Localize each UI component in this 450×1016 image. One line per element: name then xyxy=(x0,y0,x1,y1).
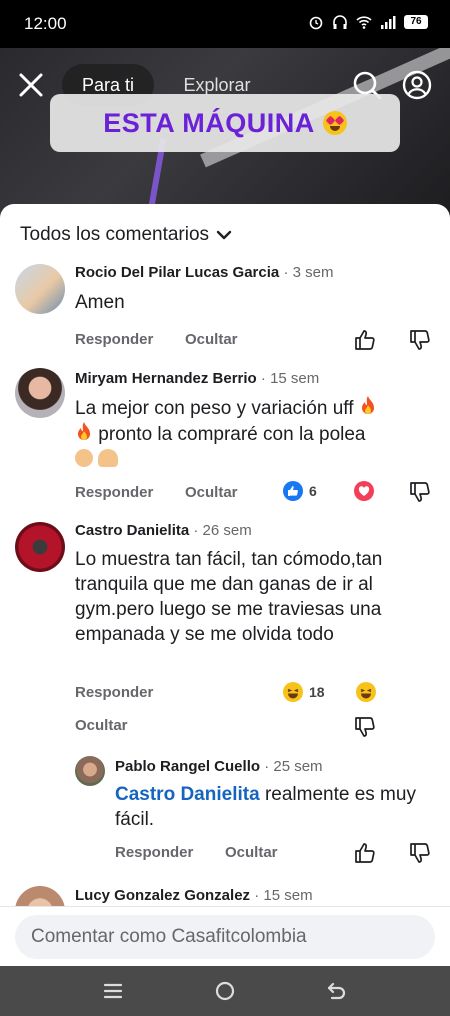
home-icon[interactable] xyxy=(212,978,238,1004)
headphones-icon xyxy=(333,15,347,29)
fire-emoji-icon xyxy=(78,422,90,440)
thumbs-up-icon[interactable] xyxy=(354,842,376,864)
reply-button[interactable]: Responder xyxy=(115,844,193,861)
thumbs-up-icon[interactable] xyxy=(354,329,376,351)
comment-text: Castro Danielita realmente es muy fácil. xyxy=(115,782,425,832)
comment-text: Amen xyxy=(75,292,125,313)
thumbs-down-icon[interactable] xyxy=(354,716,376,738)
like-reaction-icon xyxy=(283,481,303,501)
ok-hand-emoji-icon xyxy=(75,449,93,467)
comments-filter-dropdown[interactable]: Todos los comentarios xyxy=(20,224,233,246)
system-nav-bar xyxy=(0,966,450,1016)
comment-input[interactable] xyxy=(15,915,435,959)
comment-time: · 3 sem xyxy=(283,264,334,281)
hide-button[interactable]: Ocultar xyxy=(225,844,278,861)
wifi-icon xyxy=(356,16,372,29)
comment-text: La mejor con peso y variación uff pronto… xyxy=(75,395,437,472)
avatar[interactable] xyxy=(15,264,65,314)
laughing-emoji-icon xyxy=(283,682,303,702)
status-icons: 76 xyxy=(308,14,428,30)
hide-button[interactable]: Ocultar xyxy=(185,484,238,501)
recent-apps-icon[interactable] xyxy=(100,978,126,1004)
comment-author-line: Rocio Del Pilar Lucas Garcia · 3 sem xyxy=(75,264,333,281)
avatar[interactable] xyxy=(15,368,65,418)
comments-sheet: Todos los comentarios Rocio Del Pilar Lu… xyxy=(0,204,450,966)
heart-eyes-emoji-icon xyxy=(322,111,347,135)
comment-time: · 15 sem xyxy=(254,887,313,904)
comment-time: · 25 sem xyxy=(264,758,323,775)
comment-time: · 26 sem xyxy=(193,522,252,539)
comments-filter-label: Todos los comentarios xyxy=(20,224,210,245)
like-count: 6 xyxy=(309,483,317,499)
back-icon[interactable] xyxy=(324,978,350,1004)
comment-author[interactable]: Miryam Hernandez Berrio xyxy=(75,370,257,387)
comment-author[interactable]: Pablo Rangel Cuello xyxy=(115,758,260,775)
comment-text-line-2: pronto la compraré con la polea xyxy=(98,424,366,445)
haha-count: 18 xyxy=(309,684,325,700)
avatar[interactable] xyxy=(75,756,105,786)
comment-text-line-1: La mejor con peso y variación uff xyxy=(75,398,354,419)
thumbs-down-icon[interactable] xyxy=(409,481,431,503)
haha-reaction[interactable]: 18 xyxy=(283,682,325,702)
like-reaction[interactable]: 6 xyxy=(283,481,317,501)
love-reaction-icon[interactable] xyxy=(354,481,374,501)
mention-link[interactable]: Castro Danielita xyxy=(115,784,260,805)
comment-author[interactable]: Castro Danielita xyxy=(75,522,189,539)
status-bar: 12:00 76 xyxy=(0,0,450,48)
avatar[interactable] xyxy=(15,522,65,572)
comment-input-bar xyxy=(0,906,450,966)
banner-text: ESTA MÁQUINA xyxy=(103,107,315,138)
alarm-icon xyxy=(309,16,323,30)
chevron-down-icon xyxy=(216,230,232,240)
thumbs-down-icon[interactable] xyxy=(409,329,431,351)
laughing-emoji-icon[interactable] xyxy=(356,682,376,702)
close-icon[interactable] xyxy=(16,70,46,100)
reply-button[interactable]: Responder xyxy=(75,484,153,501)
battery-indicator: 76 xyxy=(404,15,428,29)
profile-icon[interactable] xyxy=(402,70,432,100)
signal-icon xyxy=(381,16,396,29)
thumbs-down-icon[interactable] xyxy=(409,842,431,864)
reply-button[interactable]: Responder xyxy=(75,331,153,348)
comment-author[interactable]: Lucy Gonzalez Gonzalez xyxy=(75,887,250,904)
clock: 12:00 xyxy=(24,14,67,33)
hide-button[interactable]: Ocultar xyxy=(185,331,238,348)
comment-author-line: Lucy Gonzalez Gonzalez · 15 sem xyxy=(75,887,313,904)
hide-button[interactable]: Ocultar xyxy=(75,717,128,734)
comment-author-line: Miryam Hernandez Berrio · 15 sem xyxy=(75,370,319,387)
comment-text: Lo muestra tan fácil, tan cómodo,tan tra… xyxy=(75,549,383,645)
video-banner: ESTA MÁQUINA xyxy=(50,94,400,152)
flexed-biceps-emoji-icon xyxy=(98,449,119,467)
comment-author[interactable]: Rocio Del Pilar Lucas Garcia xyxy=(75,264,279,281)
reply-button[interactable]: Responder xyxy=(75,684,153,701)
fire-emoji-icon xyxy=(361,396,374,414)
comment-time: · 15 sem xyxy=(260,370,320,387)
comment-author-line: Pablo Rangel Cuello · 25 sem xyxy=(115,758,323,775)
comment-author-line: Castro Danielita · 26 sem xyxy=(75,522,252,539)
